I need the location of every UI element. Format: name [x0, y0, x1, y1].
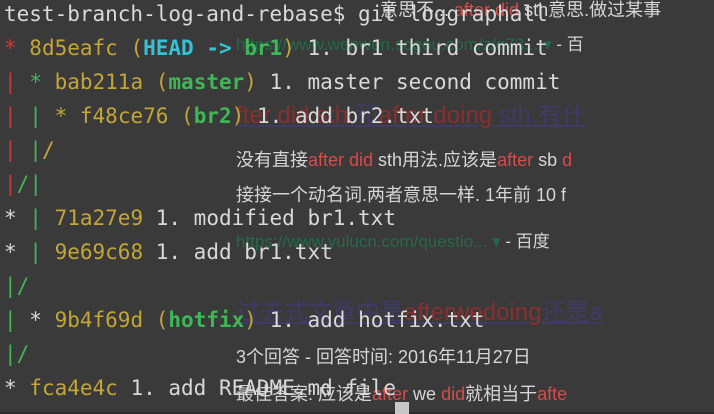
commit-message: 1. add br2.txt [244, 104, 434, 128]
commit-message: 1. add hotfix.txt [256, 308, 485, 332]
commit-hash: 71a27e9 [54, 206, 144, 230]
bg-result-meta: 3个回答 - 回答时间: 2016年11月27日 [236, 347, 531, 367]
commit-message: 1. br1 third commit [294, 36, 548, 60]
graph-line: * 8d5eafc (HEAD -> br1) 1. br1 third com… [4, 36, 548, 60]
commit-hash: bab211a [54, 70, 144, 94]
commit-message: 1. modified br1.txt [143, 206, 396, 230]
head-ref: HEAD -> [143, 36, 245, 60]
terminal-cursor [395, 402, 409, 414]
graph-line: | |/ [4, 138, 55, 162]
graph-line: * | 9e69c68 1. add br1.txt [4, 240, 333, 264]
commit-hash: fca4e4c [29, 376, 118, 400]
graph-line: | * bab211a (master) 1. master second co… [4, 70, 561, 94]
commit-message: 1. master second commit [256, 70, 561, 94]
commit-message: 1. add br1.txt [143, 240, 333, 264]
prompt: test-branch-log-and-rebase$ [4, 2, 359, 26]
commit-message: 1. add README.md file [117, 376, 396, 400]
commit-hash: 8d5eafc [29, 36, 118, 60]
graph-line: |/ [4, 342, 30, 366]
graph-line: * | 71a27e9 1. modified br1.txt [4, 206, 396, 230]
graph-line: | | * f48ce76 (br2) 1. add br2.txt [4, 104, 434, 128]
graph-line: | * 9b4f69d (hotfix) 1. add hotfix.txt [4, 308, 485, 332]
commit-hash: 9e69c68 [54, 240, 144, 264]
commit-hash: f48ce76 [79, 104, 169, 128]
branch-ref: br1 [244, 36, 283, 60]
branch-ref: hotfix [168, 308, 245, 332]
graph-line: * fca4e4c 1. add README.md file [4, 376, 396, 400]
graph-line: |/| [4, 172, 42, 196]
bg-result-snippet-1: 没有直接after did sth用法.应该是after sb d [236, 150, 573, 170]
branch-ref: br2 [193, 104, 232, 128]
command: git loggraphall [358, 2, 548, 26]
commit-hash: 9b4f69d [54, 308, 144, 332]
branch-ref: master [168, 70, 245, 94]
graph-line: |/ [4, 274, 30, 298]
terminal-prompt-line: test-branch-log-and-rebase$ git loggraph… [4, 0, 548, 28]
